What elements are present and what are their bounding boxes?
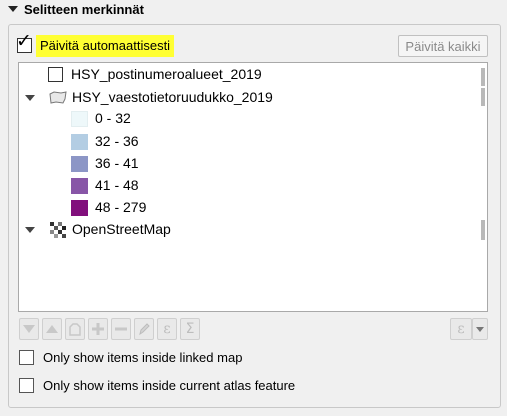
- add-group-icon: [69, 323, 81, 336]
- move-down-button[interactable]: [19, 318, 39, 340]
- class-label[interactable]: 0 - 32: [95, 110, 131, 126]
- section-title: Selitteen merkinnät: [24, 2, 144, 17]
- update-all-button[interactable]: Päivitä kaikki: [398, 35, 488, 57]
- collapse-arrow-icon[interactable]: [8, 6, 18, 12]
- chevron-down-icon: [476, 327, 484, 332]
- legend-swatch: [71, 156, 88, 172]
- remove-item-button[interactable]: [111, 318, 131, 340]
- raster-layer-icon: [50, 222, 66, 238]
- legend-swatch: [71, 200, 88, 216]
- move-down-icon: [23, 325, 35, 333]
- class-label[interactable]: 32 - 36: [95, 133, 139, 149]
- class-label[interactable]: 36 - 41: [95, 155, 139, 171]
- move-up-button[interactable]: [42, 318, 62, 340]
- legend-swatch: [71, 111, 88, 127]
- linked-map-checkbox[interactable]: [19, 350, 34, 365]
- expand-arrow-icon[interactable]: [25, 227, 35, 233]
- expand-arrow-icon[interactable]: [25, 95, 35, 101]
- add-item-icon: [92, 323, 104, 335]
- move-up-icon: [46, 325, 58, 333]
- sum-button[interactable]: Σ: [180, 318, 200, 340]
- atlas-feature-checkbox[interactable]: [19, 378, 34, 393]
- legend-items-header[interactable]: Selitteen merkinnät: [0, 0, 507, 22]
- legend-swatch: [71, 178, 88, 194]
- polygon-layer-icon: [49, 91, 67, 104]
- tree-item-vaestotietoruudukko[interactable]: HSY_vaestotietoruudukko_2019: [72, 89, 273, 105]
- tree-item-postinumeroalueet[interactable]: HSY_postinumeroalueet_2019: [71, 66, 262, 82]
- add-item-button[interactable]: [88, 318, 108, 340]
- class-label[interactable]: 41 - 48: [95, 177, 139, 193]
- filter-expression-button[interactable]: ε: [450, 318, 472, 340]
- sum-icon: Σ: [185, 321, 195, 337]
- scrollbar-marker[interactable]: [481, 88, 485, 106]
- scrollbar-marker[interactable]: [481, 68, 485, 86]
- edit-icon: [139, 323, 150, 336]
- layer-checkbox[interactable]: [48, 67, 63, 82]
- auto-update-label[interactable]: Päivitä automaattisesti: [36, 35, 175, 57]
- checkmark-icon: ✓: [16, 30, 32, 52]
- expression-button[interactable]: ε: [157, 318, 177, 340]
- edit-button[interactable]: [134, 318, 154, 340]
- add-group-button[interactable]: [65, 318, 85, 340]
- legend-swatch: [71, 134, 88, 150]
- scrollbar-marker[interactable]: [481, 220, 485, 240]
- tree-item-openstreetmap[interactable]: OpenStreetMap: [72, 221, 171, 237]
- class-label[interactable]: 48 - 279: [95, 199, 146, 215]
- expression-icon: ε: [163, 321, 171, 337]
- filter-dropdown-button[interactable]: [472, 318, 488, 340]
- filter-expression-icon: ε: [457, 321, 465, 337]
- linked-map-label[interactable]: Only show items inside linked map: [43, 350, 242, 365]
- atlas-feature-label[interactable]: Only show items inside current atlas fea…: [43, 378, 295, 393]
- remove-item-icon: [115, 327, 127, 331]
